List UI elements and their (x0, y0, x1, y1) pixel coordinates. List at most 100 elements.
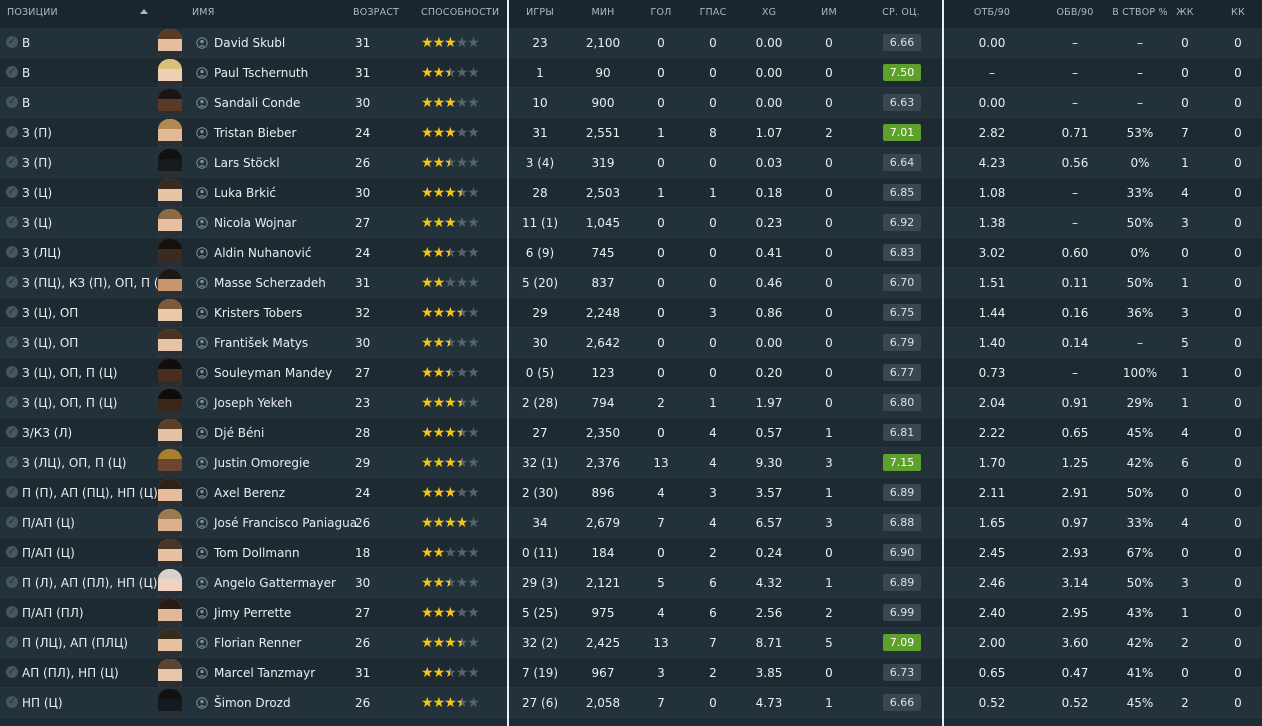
person-icon[interactable] (196, 577, 208, 589)
table-row[interactable]: ✓ З (Ц), ОП, П (Ц) Souleyman Mandey 27 0 (5)… (0, 358, 1262, 388)
person-icon[interactable] (196, 367, 208, 379)
check-icon[interactable]: ✓ (6, 216, 18, 228)
player-portrait[interactable] (158, 329, 182, 357)
table-row[interactable]: ✓ З (ПЦ), КЗ (П), ОП, П (Ц) Masse Scherzad… (0, 268, 1262, 298)
player-portrait[interactable] (158, 89, 182, 117)
person-icon[interactable] (196, 37, 208, 49)
person-icon[interactable] (196, 397, 208, 409)
table-row[interactable]: ✓ АП (ПЛ), НП (Ц) Marcel Tanzmayr 31 7 (19) 9… (0, 658, 1262, 688)
table-row[interactable]: ✓ З (ЛЦ) Aldin Nuhanović 24 6 (9) 745 0 0 0.41 0 3… (0, 238, 1262, 268)
player-name[interactable]: Justin Omoregie (214, 448, 310, 478)
player-name[interactable]: Jimy Perrette (214, 598, 291, 628)
check-icon[interactable]: ✓ (6, 156, 18, 168)
check-icon[interactable]: ✓ (6, 96, 18, 108)
header-yellow[interactable]: ЖК (1176, 0, 1193, 28)
table-row[interactable]: ✓ З/КЗ (Л) Djé Béni 28 27 2,350 0 4 0.57 1 2.22 0.6… (0, 418, 1262, 448)
person-icon[interactable] (196, 187, 208, 199)
player-portrait[interactable] (158, 629, 182, 657)
person-icon[interactable] (196, 307, 208, 319)
table-row[interactable]: ✓ З (Ц) Luka Brkić 30 28 2,503 1 1 0.18 0 1.08 – 33%… (0, 178, 1262, 208)
table-row[interactable]: ✓ З (Ц), ОП Kristers Tobers 32 29 2,248 0 3 0.86… (0, 298, 1262, 328)
check-icon[interactable]: ✓ (6, 366, 18, 378)
player-portrait[interactable] (158, 209, 182, 237)
player-portrait[interactable] (158, 119, 182, 147)
check-icon[interactable]: ✓ (6, 36, 18, 48)
player-name[interactable]: Souleyman Mandey (214, 358, 332, 388)
player-name[interactable]: Luka Brkić (214, 178, 276, 208)
header-ability[interactable]: СПОСОБНОСТИ (421, 0, 499, 28)
player-name[interactable]: Masse Scherzadeh (214, 268, 326, 298)
player-portrait[interactable] (158, 149, 182, 177)
player-portrait[interactable] (158, 659, 182, 687)
check-icon[interactable]: ✓ (6, 636, 18, 648)
header-on-target[interactable]: В СТВОР % (1112, 0, 1168, 28)
table-row[interactable]: ✓ З (Ц), ОП, П (Ц) Joseph Yekeh 23 2 (28) 794… (0, 388, 1262, 418)
person-icon[interactable] (196, 547, 208, 559)
header-position[interactable]: ПОЗИЦИИ (7, 0, 58, 28)
player-name[interactable]: Šimon Drozd (214, 688, 291, 718)
table-row[interactable]: ✓ З (П) Tristan Bieber 24 31 2,551 1 8 1.07 2 2.82… (0, 118, 1262, 148)
table-row[interactable]: ✓ П/АП (Ц) José Francisco Paniagua 26 34 2,67… (0, 508, 1262, 538)
person-icon[interactable] (196, 697, 208, 709)
table-row[interactable]: ✓ В Paul Tschernuth 31 1 90 0 0 0.00 0– – –0 0 ★★★★★ 7… (0, 58, 1262, 88)
person-icon[interactable] (196, 667, 208, 679)
check-icon[interactable]: ✓ (6, 126, 18, 138)
player-portrait[interactable] (158, 179, 182, 207)
table-row[interactable]: ✓ З (ЛЦ), ОП, П (Ц) Justin Omoregie 29 32 (1… (0, 448, 1262, 478)
check-icon[interactable]: ✓ (6, 276, 18, 288)
person-icon[interactable] (196, 427, 208, 439)
check-icon[interactable]: ✓ (6, 606, 18, 618)
person-icon[interactable] (196, 97, 208, 109)
header-dribbles90[interactable]: ОБВ/90 (1056, 0, 1093, 28)
person-icon[interactable] (196, 217, 208, 229)
table-row[interactable]: ✓ П (П), АП (ПЦ), НП (Ц) Axel Berenz 24 2 (3… (0, 478, 1262, 508)
check-icon[interactable]: ✓ (6, 66, 18, 78)
person-icon[interactable] (196, 277, 208, 289)
player-name[interactable]: Djé Béni (214, 418, 264, 448)
table-row[interactable]: ✓ В David Skubl 31 23 2,100 0 0 0.00 0 0.00– –0 0 ★★★… (0, 28, 1262, 58)
header-mins[interactable]: МИН (591, 0, 614, 28)
person-icon[interactable] (196, 127, 208, 139)
player-portrait[interactable] (158, 359, 182, 387)
table-row[interactable]: ✓ З (П) Lars Stöckl 26 3 (4) 319 0 0 0.03 0 4.23 0.… (0, 148, 1262, 178)
player-portrait[interactable] (158, 59, 182, 87)
header-age[interactable]: ВОЗРАСТ (353, 0, 399, 28)
check-icon[interactable]: ✓ (6, 456, 18, 468)
check-icon[interactable]: ✓ (6, 546, 18, 558)
player-name[interactable]: Aldin Nuhanović (214, 238, 311, 268)
person-icon[interactable] (196, 157, 208, 169)
table-row[interactable]: ✓ П/АП (Ц) Tom Dollmann 18 0 (11) 184 0 2 0.24 0 2… (0, 538, 1262, 568)
check-icon[interactable]: ✓ (6, 696, 18, 708)
header-apps[interactable]: ИГРЫ (526, 0, 554, 28)
header-pom[interactable]: ИМ (821, 0, 837, 28)
player-portrait[interactable] (158, 569, 182, 597)
player-name[interactable]: Paul Tschernuth (214, 58, 308, 88)
table-row[interactable]: ✓ З (Ц), ОП František Matys 30 30 2,642 0 0 0.00… (0, 328, 1262, 358)
header-goals[interactable]: ГОЛ (650, 0, 671, 28)
header-name[interactable]: ИМЯ (192, 0, 215, 28)
player-name[interactable]: Joseph Yekeh (214, 388, 292, 418)
player-portrait[interactable] (158, 419, 182, 447)
player-portrait[interactable] (158, 479, 182, 507)
player-portrait[interactable] (158, 509, 182, 537)
table-row[interactable]: ✓ П (Л), АП (ПЛ), НП (Ц) Angelo Gattermaye… (0, 568, 1262, 598)
check-icon[interactable]: ✓ (6, 666, 18, 678)
check-icon[interactable]: ✓ (6, 186, 18, 198)
person-icon[interactable] (196, 607, 208, 619)
check-icon[interactable]: ✓ (6, 306, 18, 318)
check-icon[interactable]: ✓ (6, 246, 18, 258)
header-assists[interactable]: ГПАС (700, 0, 727, 28)
player-name[interactable]: Nicola Wojnar (214, 208, 296, 238)
player-portrait[interactable] (158, 449, 182, 477)
person-icon[interactable] (196, 637, 208, 649)
table-row[interactable]: ✓ З (Ц) Nicola Wojnar 27 11 (1) 1,045 0 0 0.23 0 1… (0, 208, 1262, 238)
player-portrait[interactable] (158, 269, 182, 297)
check-icon[interactable]: ✓ (6, 336, 18, 348)
sort-ascending-icon[interactable] (140, 9, 148, 14)
header-red[interactable]: КК (1231, 0, 1245, 28)
table-row[interactable]: ✓ П/АП (ПЛ) Jimy Perrette 27 5 (25) 975 4 6 2.56… (0, 598, 1262, 628)
player-portrait[interactable] (158, 599, 182, 627)
header-tackles90[interactable]: ОТБ/90 (974, 0, 1010, 28)
table-row[interactable]: ✓ В Sandali Conde 30 10 900 0 0 0.00 0 0.00– –0 0 ★★★… (0, 88, 1262, 118)
player-portrait[interactable] (158, 239, 182, 267)
